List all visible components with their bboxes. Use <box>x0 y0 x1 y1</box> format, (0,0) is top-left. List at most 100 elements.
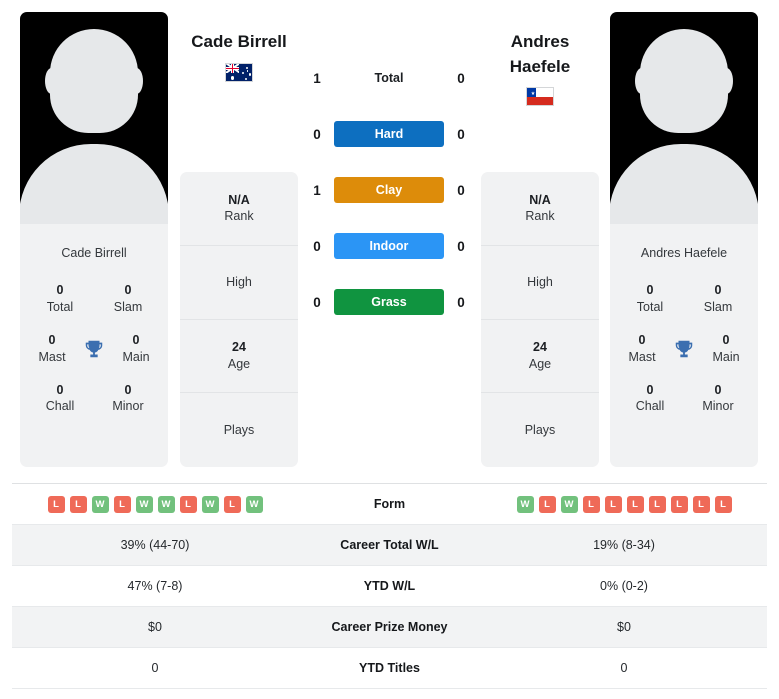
rank-value: N/A <box>228 192 250 207</box>
form-badge-w[interactable]: W <box>516 495 534 513</box>
h2h-left-score: 0 <box>313 126 321 142</box>
stat-value-left: 39% (44-70) <box>120 538 190 552</box>
title-label: Chall <box>45 399 75 414</box>
form-badge-l[interactable]: L <box>179 495 197 513</box>
player-info-card-right: N/A Rank High 24 Age Plays <box>481 172 599 467</box>
player-comparison-page: Cade Birrell 0 Total 0 Slam 0 Mast 0 Mai… <box>0 0 779 699</box>
title-value: 0 <box>638 332 646 347</box>
form-badge-l[interactable]: L <box>604 495 622 513</box>
h2h-row-total: 1 Total 0 <box>300 60 478 96</box>
form-badge-l[interactable]: L <box>69 495 87 513</box>
form-badge-w[interactable]: W <box>135 495 153 513</box>
stat-value-right: 0% (0-2) <box>600 579 648 593</box>
h2h-row-hard: 0 Hard 0 <box>300 116 478 152</box>
stat-label: YTD W/L <box>363 579 416 593</box>
table-row: $0 Career Prize Money $0 <box>12 607 767 648</box>
player-name-left[interactable]: Cade Birrell <box>180 30 298 55</box>
form-badge-w[interactable]: W <box>91 495 109 513</box>
player-photo-caption-right: Andres Haefele <box>640 246 728 260</box>
table-row: 39% (44-70) Career Total W/L 19% (8-34) <box>12 525 767 566</box>
form-badge-l[interactable]: L <box>670 495 688 513</box>
h2h-right-score: 0 <box>457 294 465 310</box>
title-label: Main <box>712 349 740 364</box>
title-stat-total-right: 0 Total <box>625 282 675 316</box>
player-photo-card-right[interactable]: Andres Haefele 0 Total 0 Slam 0 Mast 0 M… <box>610 12 758 467</box>
player-photo-card-left[interactable]: Cade Birrell 0 Total 0 Slam 0 Mast 0 Mai… <box>20 12 168 467</box>
age-value: 24 <box>232 340 246 354</box>
player-photo-right <box>610 12 758 224</box>
player-info-card-left: N/A Rank High 24 Age Plays <box>180 172 298 467</box>
h2h-row-indoor: 0 Indoor 0 <box>300 228 478 264</box>
info-cell-age-right: 24 Age <box>481 320 599 394</box>
player-name-right[interactable]: Andres Haefele <box>481 30 599 79</box>
title-stat-mast-left: 0 Mast <box>27 332 77 366</box>
form-badge-l[interactable]: L <box>223 495 241 513</box>
form-badges-right: WLWLLLLLLL <box>481 495 767 513</box>
form-badge-l[interactable]: L <box>714 495 732 513</box>
title-stat-slam-left: 0 Slam <box>103 282 153 316</box>
surface-badge-indoor[interactable]: Indoor <box>334 233 444 259</box>
info-cell-rank-right: N/A Rank <box>481 172 599 246</box>
title-label: Mast <box>38 349 66 364</box>
h2h-surface-clay[interactable]: Clay <box>334 177 444 203</box>
surface-badge-grass[interactable]: Grass <box>334 289 444 315</box>
title-value: 0 <box>124 382 132 397</box>
form-badge-w[interactable]: W <box>201 495 219 513</box>
h2h-left-score: 0 <box>313 238 321 254</box>
title-label: Mast <box>628 349 656 364</box>
form-badge-l[interactable]: L <box>582 495 600 513</box>
stat-value-right: $0 <box>617 620 631 634</box>
head-to-head-surfaces: 1 Total 0 0 Hard 0 1 Clay 0 0 Indoor 0 0… <box>300 60 478 320</box>
high-label: High <box>226 274 252 289</box>
titles-row-chall-minor-right: 0 Chall 0 Minor <box>610 374 758 424</box>
form-badge-w[interactable]: W <box>560 495 578 513</box>
australia-flag-icon <box>225 62 253 82</box>
h2h-surface-grass[interactable]: Grass <box>334 289 444 315</box>
union-jack-cross-v-red <box>231 63 234 73</box>
h2h-left-score: 1 <box>313 182 321 198</box>
stat-value-right: 19% (8-34) <box>593 538 655 552</box>
stat-value-left: 47% (7-8) <box>127 579 183 593</box>
rank-label: Rank <box>525 209 555 224</box>
title-label: Minor <box>702 399 734 414</box>
stat-value-left: $0 <box>148 620 162 634</box>
southern-cross-star <box>245 77 248 81</box>
form-badge-l[interactable]: L <box>648 495 666 513</box>
titles-row-mast-main-left: 0 Mast 0 Main <box>20 324 168 374</box>
form-badge-l[interactable]: L <box>47 495 65 513</box>
h2h-right-score: 0 <box>457 182 465 198</box>
age-label: Age <box>528 356 552 371</box>
form-badge-l[interactable]: L <box>113 495 131 513</box>
h2h-surface-indoor[interactable]: Indoor <box>334 233 444 259</box>
titles-row-total-slam-right: 0 Total 0 Slam <box>610 274 758 324</box>
avatar-silhouette-body-icon <box>610 144 758 224</box>
surface-badge-clay[interactable]: Clay <box>334 177 444 203</box>
title-value: 0 <box>722 332 730 347</box>
title-stat-chall-left: 0 Chall <box>35 382 85 416</box>
player-heading-right: Andres Haefele <box>481 30 599 107</box>
avatar-silhouette-head-icon <box>50 29 138 133</box>
form-badge-w[interactable]: W <box>245 495 263 513</box>
titles-grid-right: 0 Total 0 Slam 0 Mast 0 Main 0 Chall 0 M… <box>610 260 758 423</box>
stat-label: Career Total W/L <box>340 538 439 552</box>
form-badge-w[interactable]: W <box>157 495 175 513</box>
h2h-surface-total: Total <box>334 71 444 85</box>
info-cell-high-right: High <box>481 246 599 320</box>
form-badge-l[interactable]: L <box>626 495 644 513</box>
h2h-surface-hard[interactable]: Hard <box>334 121 444 147</box>
title-stat-mast-right: 0 Mast <box>617 332 667 366</box>
title-stat-minor-left: 0 Minor <box>103 382 153 416</box>
comparison-header: Cade Birrell 0 Total 0 Slam 0 Mast 0 Mai… <box>0 0 779 478</box>
southern-cross-star <box>248 73 251 76</box>
form-badge-l[interactable]: L <box>692 495 710 513</box>
stat-label: Form <box>373 497 406 511</box>
form-badge-l[interactable]: L <box>538 495 556 513</box>
age-value: 24 <box>533 340 547 354</box>
chile-flag-red-band <box>527 96 553 106</box>
trophy-icon <box>79 334 109 364</box>
surface-badge-hard[interactable]: Hard <box>334 121 444 147</box>
title-stat-slam-right: 0 Slam <box>693 282 743 316</box>
h2h-left-score: 0 <box>313 294 321 310</box>
title-label: Chall <box>635 399 665 414</box>
form-badges-left: LLWLWWLWLW <box>12 495 298 513</box>
